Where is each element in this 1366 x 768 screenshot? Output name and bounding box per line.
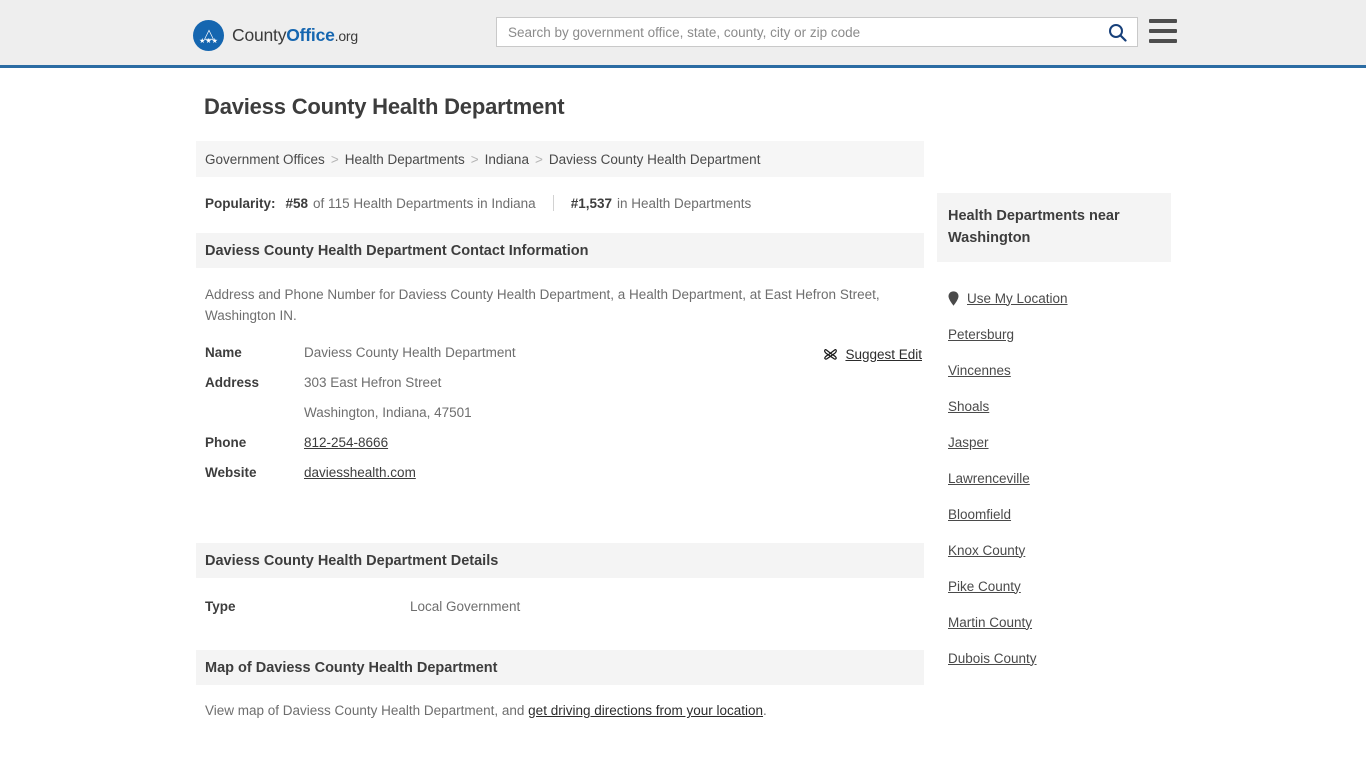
- sidebar-link-jasper[interactable]: Jasper: [948, 435, 989, 450]
- search-icon: [1108, 23, 1127, 42]
- contact-row-name-key: Name: [205, 345, 242, 360]
- sidebar-item-lawrenceville[interactable]: Lawrenceville: [948, 460, 1171, 496]
- search-submit-button[interactable]: [1097, 18, 1137, 46]
- phone-link[interactable]: 812-254-8666: [304, 435, 388, 450]
- contact-row-address-value: 303 East Hefron Street: [304, 375, 442, 390]
- sidebar-item-shoals[interactable]: Shoals: [948, 388, 1171, 424]
- popularity-divider: [552, 195, 554, 211]
- contact-row-phone: Phone 812-254-8666: [196, 435, 924, 465]
- contact-row-name: Name Daviess County Health Department: [196, 345, 924, 375]
- sidebar-item-knox-county[interactable]: Knox County: [948, 532, 1171, 568]
- details-table: Type Local Government: [196, 599, 924, 627]
- popularity-national-rank: #1,537: [570, 195, 612, 211]
- breadcrumb-item-health-departments[interactable]: Health Departments: [345, 152, 465, 167]
- hamburger-menu-icon-bar-3: [1149, 39, 1177, 43]
- contact-row-address-line2-value: Washington, Indiana, 47501: [304, 405, 472, 420]
- map-section-heading: Map of Daviess County Health Department: [196, 650, 924, 685]
- sidebar-item-dubois-county[interactable]: Dubois County: [948, 640, 1171, 676]
- details-row-type-key: Type: [205, 599, 236, 614]
- sidebar-item-jasper[interactable]: Jasper: [948, 424, 1171, 460]
- pencil-edit-icon: [823, 347, 838, 362]
- search-input[interactable]: [497, 19, 1097, 45]
- suggest-edit-label: Suggest Edit: [845, 347, 922, 362]
- search-bar[interactable]: [496, 17, 1138, 47]
- map-description-prefix: View map of Daviess County Health Depart…: [205, 703, 529, 718]
- logo-text-county: County: [232, 24, 287, 45]
- logo-text-office: Office: [286, 24, 335, 45]
- sidebar-item-petersburg[interactable]: Petersburg: [948, 316, 1171, 352]
- sidebar-link-petersburg[interactable]: Petersburg: [948, 327, 1014, 342]
- logo-text-org: .org: [334, 27, 359, 44]
- eagle-seal-icon: △ ★★★: [193, 19, 224, 51]
- sidebar-item-bloomfield[interactable]: Bloomfield: [948, 496, 1171, 532]
- sidebar-link-vincennes[interactable]: Vincennes: [948, 363, 1011, 378]
- hamburger-menu-icon-bar-2: [1149, 29, 1177, 33]
- sidebar-nearby-list: Use My Location Petersburg Vincennes Sho…: [937, 280, 1171, 676]
- sidebar-link-bloomfield[interactable]: Bloomfield: [948, 507, 1011, 522]
- breadcrumb-item-current: Daviess County Health Department: [548, 151, 761, 167]
- breadcrumb-item-government-offices[interactable]: Government Offices: [205, 152, 325, 167]
- suggest-edit-button[interactable]: Suggest Edit: [823, 347, 922, 362]
- use-my-location-link[interactable]: Use My Location: [967, 291, 1068, 306]
- website-link[interactable]: daviesshealth.com: [304, 465, 416, 480]
- sidebar-item-pike-county[interactable]: Pike County: [948, 568, 1171, 604]
- site-header: △ ★★★ CountyOffice.org: [0, 0, 1366, 68]
- contact-section-description: Address and Phone Number for Daviess Cou…: [205, 287, 880, 323]
- map-description-suffix: .: [763, 703, 767, 718]
- breadcrumb-separator-icon: >: [470, 151, 479, 167]
- breadcrumb-separator-icon: >: [330, 151, 339, 167]
- sidebar-link-knox-county[interactable]: Knox County: [948, 543, 1025, 558]
- hamburger-menu-button[interactable]: [1149, 19, 1177, 43]
- details-section-heading: Daviess County Health Department Details: [196, 543, 924, 578]
- contact-row-address-key: Address: [205, 375, 260, 390]
- sidebar-link-martin-county[interactable]: Martin County: [948, 615, 1032, 630]
- map-pin-icon: [948, 290, 959, 306]
- site-logo[interactable]: △ ★★★ CountyOffice.org: [193, 19, 358, 51]
- sidebar-link-dubois-county[interactable]: Dubois County: [948, 651, 1037, 666]
- popularity-state-rank: #58: [285, 195, 309, 211]
- sidebar-heading: Health Departments near Washington: [937, 193, 1171, 262]
- popularity-row: Popularity: #58 of 115 Health Department…: [196, 195, 924, 211]
- driving-directions-link[interactable]: get driving directions from your locatio…: [528, 703, 763, 718]
- contact-row-address: Address 303 East Hefron Street: [196, 375, 924, 405]
- breadcrumb-item-indiana[interactable]: Indiana: [485, 152, 529, 167]
- breadcrumb-separator-icon: >: [534, 151, 543, 167]
- map-section-description: View map of Daviess County Health Depart…: [196, 703, 924, 718]
- sidebar-item-martin-county[interactable]: Martin County: [948, 604, 1171, 640]
- breadcrumb: Government Offices > Health Departments …: [196, 141, 924, 177]
- contact-row-address-line2: Washington, Indiana, 47501: [196, 405, 924, 435]
- contact-row-website: Website daviesshealth.com: [196, 465, 924, 495]
- sidebar-link-pike-county[interactable]: Pike County: [948, 579, 1021, 594]
- details-row-type-value: Local Government: [410, 599, 521, 614]
- sidebar-item-vincennes[interactable]: Vincennes: [948, 352, 1171, 388]
- contact-section-heading: Daviess County Health Department Contact…: [196, 233, 924, 268]
- popularity-national-text: in Health Departments: [616, 195, 752, 211]
- hamburger-menu-icon-bar-1: [1149, 19, 1177, 23]
- contact-info-table: Suggest Edit Name Daviess County Health …: [196, 345, 924, 495]
- logo-wordmark: CountyOffice.org: [232, 25, 358, 46]
- contact-row-website-value: daviesshealth.com: [304, 465, 416, 480]
- sidebar: Health Departments near Washington Use M…: [937, 68, 1171, 676]
- details-row-type: Type Local Government: [196, 599, 924, 627]
- popularity-state-text: of 115 Health Departments in Indiana: [313, 195, 536, 211]
- page-body: Daviess County Health Department Governm…: [0, 68, 1366, 768]
- sidebar-link-lawrenceville[interactable]: Lawrenceville: [948, 471, 1030, 486]
- popularity-label: Popularity:: [205, 195, 276, 211]
- main-content-column: Daviess County Health Department Governm…: [196, 68, 924, 718]
- sidebar-item-use-my-location[interactable]: Use My Location: [948, 280, 1171, 316]
- contact-row-website-key: Website: [205, 465, 257, 480]
- contact-row-phone-value: 812-254-8666: [304, 435, 388, 450]
- sidebar-link-shoals[interactable]: Shoals: [948, 399, 989, 414]
- contact-row-phone-key: Phone: [205, 435, 247, 450]
- contact-row-name-value: Daviess County Health Department: [304, 345, 516, 360]
- page-title: Daviess County Health Department: [204, 94, 565, 119]
